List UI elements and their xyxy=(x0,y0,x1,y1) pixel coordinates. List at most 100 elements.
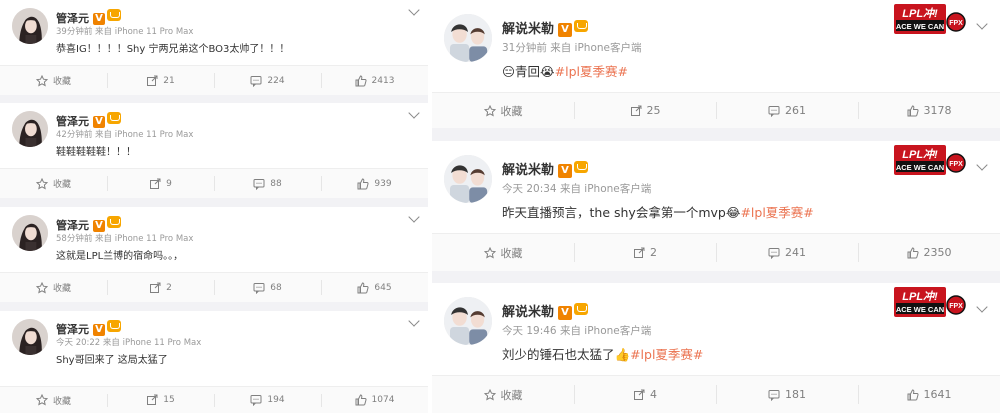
verified-icon: V xyxy=(558,306,573,320)
hashtag-link[interactable]: #lpl夏季赛# xyxy=(555,64,628,79)
repost-button[interactable]: 2 xyxy=(107,273,214,302)
vip-crown-icon xyxy=(107,320,121,332)
collect-count: 收藏 xyxy=(52,396,71,407)
star-icon xyxy=(35,177,53,190)
author-name[interactable]: 管泽元 xyxy=(56,323,89,336)
like-button[interactable]: 2350 xyxy=(858,234,1000,271)
comment-count: 241 xyxy=(785,246,806,259)
post-source: 来自 iPhone 11 Pro Max xyxy=(95,130,194,140)
like-icon xyxy=(907,388,924,401)
post-time[interactable]: 今天 20:22 xyxy=(56,338,100,348)
comment-count: 224 xyxy=(267,75,285,86)
comment-count: 194 xyxy=(267,395,285,405)
verified-icon: V xyxy=(93,220,105,232)
share-icon xyxy=(149,282,166,294)
collect-button[interactable]: 收藏 xyxy=(0,169,107,198)
avatar[interactable] xyxy=(12,8,48,44)
repost-button[interactable]: 9 xyxy=(107,169,214,198)
like-button[interactable]: 3178 xyxy=(858,93,1000,128)
avatar[interactable] xyxy=(444,297,492,345)
post-time[interactable]: 39分钟前 xyxy=(56,27,92,37)
vip-crown-icon xyxy=(107,112,121,124)
like-button[interactable]: 645 xyxy=(321,273,428,302)
share-count: 15 xyxy=(163,395,175,405)
author-name-row: 解说米勒 V xyxy=(502,301,589,320)
post-time[interactable]: 今天 19:46 xyxy=(502,325,557,337)
repost-button[interactable]: 2 xyxy=(574,234,716,271)
author-name[interactable]: 解说米勒 xyxy=(502,163,554,178)
chevron-down-icon[interactable] xyxy=(408,315,420,327)
share-icon xyxy=(633,389,650,401)
verified-icon: V xyxy=(93,13,105,25)
svg-text:FPX: FPX xyxy=(949,20,963,27)
collect-button[interactable]: 收藏 xyxy=(432,376,574,413)
post-card: 解说米勒 V 31分钟前 来自 iPhone客户端 😑青回😭#lpl夏季赛# LPL冲!… xyxy=(432,0,1000,128)
avatar[interactable] xyxy=(444,14,492,62)
collect-button[interactable]: 收藏 xyxy=(0,387,107,413)
collect-button[interactable]: 收藏 xyxy=(0,66,107,95)
like-button[interactable]: 1641 xyxy=(858,376,1000,413)
comment-button[interactable]: 68 xyxy=(214,273,321,302)
post-time[interactable]: 42分钟前 xyxy=(56,130,92,140)
avatar[interactable] xyxy=(12,319,48,355)
post-card: 管泽元 V 39分钟前 来自 iPhone 11 Pro Max 恭喜IG！！！！Sh… xyxy=(0,0,428,95)
vip-crown-icon xyxy=(574,303,589,315)
comment-button[interactable]: 241 xyxy=(716,234,858,271)
repost-button[interactable]: 21 xyxy=(107,66,214,95)
avatar[interactable] xyxy=(444,155,492,203)
post-time[interactable]: 今天 20:34 xyxy=(502,183,557,195)
action-separator xyxy=(574,243,575,262)
like-button[interactable]: 2413 xyxy=(321,66,428,95)
like-count: 2350 xyxy=(923,246,952,259)
collect-count: 收藏 xyxy=(500,104,523,118)
action-bar: 收藏 4 181 1641 xyxy=(432,375,1000,413)
star-icon xyxy=(483,104,501,117)
comment-button[interactable]: 181 xyxy=(716,376,858,413)
post-card: 管泽元 V 58分钟前 来自 iPhone 11 Pro Max 这就是LPL兰博的宿… xyxy=(0,207,428,302)
comment-button[interactable]: 224 xyxy=(214,66,321,95)
post-source: 来自 iPhone 11 Pro Max xyxy=(102,338,202,348)
hashtag-link[interactable]: #lpl夏季赛# xyxy=(740,205,813,220)
collect-button[interactable]: 收藏 xyxy=(432,234,574,271)
vip-crown-icon xyxy=(107,9,121,21)
chevron-down-icon[interactable] xyxy=(976,301,988,313)
like-count: 3178 xyxy=(923,104,952,117)
post-time[interactable]: 58分钟前 xyxy=(56,234,92,244)
author-name[interactable]: 解说米勒 xyxy=(502,22,554,37)
chevron-down-icon[interactable] xyxy=(976,18,988,30)
author-name[interactable]: 管泽元 xyxy=(56,115,89,128)
avatar[interactable] xyxy=(12,215,48,251)
comment-button[interactable]: 261 xyxy=(716,93,858,128)
chevron-down-icon[interactable] xyxy=(976,159,988,171)
author-name[interactable]: 解说米勒 xyxy=(502,305,554,320)
collect-button[interactable]: 收藏 xyxy=(0,273,107,302)
star-icon xyxy=(35,394,53,406)
post-meta: 42分钟前 来自 iPhone 11 Pro Max xyxy=(56,128,193,140)
hashtag-link[interactable]: #lpl夏季赛# xyxy=(630,347,703,362)
repost-button[interactable]: 15 xyxy=(107,387,214,413)
repost-button[interactable]: 25 xyxy=(574,93,716,128)
post-time[interactable]: 31分钟前 xyxy=(502,42,547,54)
author-name[interactable]: 管泽元 xyxy=(56,219,89,232)
post-source: 来自 iPhone客户端 xyxy=(550,42,642,54)
comment-icon xyxy=(253,282,270,294)
right-feed: 解说米勒 V 31分钟前 来自 iPhone客户端 😑青回😭#lpl夏季赛# LPL冲!… xyxy=(432,0,1000,413)
chevron-down-icon[interactable] xyxy=(408,4,420,16)
svg-text:FPX: FPX xyxy=(949,161,963,168)
chevron-down-icon[interactable] xyxy=(408,107,420,119)
action-bar: 收藏 2 241 2350 xyxy=(432,233,1000,271)
comment-button[interactable]: 88 xyxy=(214,169,321,198)
collect-button[interactable]: 收藏 xyxy=(432,93,574,128)
like-button[interactable]: 939 xyxy=(321,169,428,198)
action-separator xyxy=(321,176,322,191)
comment-button[interactable]: 194 xyxy=(214,387,321,413)
share-icon xyxy=(149,178,166,190)
star-icon xyxy=(35,281,53,294)
share-icon xyxy=(630,105,647,117)
like-button[interactable]: 1074 xyxy=(321,387,428,413)
chevron-down-icon[interactable] xyxy=(408,211,420,223)
repost-button[interactable]: 4 xyxy=(574,376,716,413)
like-icon xyxy=(355,394,372,406)
avatar[interactable] xyxy=(12,111,48,147)
author-name[interactable]: 管泽元 xyxy=(56,12,89,25)
